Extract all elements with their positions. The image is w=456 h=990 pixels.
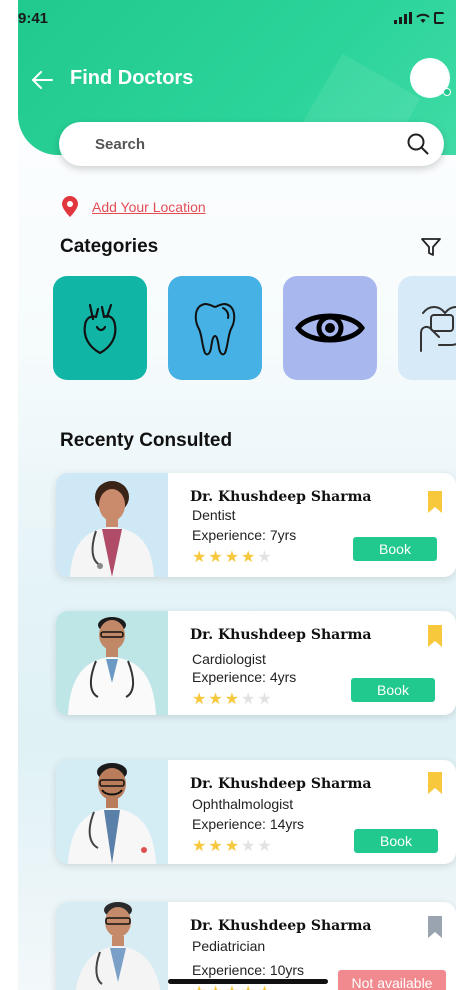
- search-icon[interactable]: [406, 132, 430, 156]
- heart-icon: [83, 303, 117, 355]
- book-button[interactable]: Book: [353, 537, 437, 561]
- doctor-experience: Experience: 7yrs: [192, 527, 297, 543]
- search-input[interactable]: [95, 135, 375, 153]
- doctor-photo: [56, 473, 168, 577]
- signal-icon: [394, 12, 412, 24]
- recent-heading: Recenty Consulted: [60, 430, 233, 451]
- online-status-dot: [443, 88, 451, 96]
- doctor-card[interactable]: Dr. Khushdeep Sharma Dentist Experience:…: [56, 473, 456, 577]
- location-row[interactable]: Add Your Location: [60, 196, 206, 218]
- doctor-name: Dr. Khushdeep Sharma: [190, 918, 372, 934]
- battery-icon: [434, 12, 444, 24]
- bookmark-icon[interactable]: [428, 625, 442, 647]
- bookmark-icon[interactable]: [428, 772, 442, 794]
- doctor-photo: [56, 760, 168, 864]
- category-care[interactable]: [398, 276, 456, 380]
- book-button[interactable]: Book: [354, 829, 438, 853]
- bookmark-icon[interactable]: [428, 491, 442, 513]
- doctor-name: Dr. Khushdeep Sharma: [190, 627, 372, 643]
- bookmark-icon[interactable]: [428, 916, 442, 938]
- doctor-card[interactable]: Dr. Khushdeep Sharma Cardiologist Experi…: [56, 611, 456, 715]
- location-pin-icon: [62, 196, 78, 217]
- book-button[interactable]: Book: [351, 678, 435, 702]
- doctor-card[interactable]: Dr. Khushdeep Sharma Ophthalmologist Exp…: [56, 760, 456, 864]
- arrow-left-icon: [31, 71, 53, 89]
- rating-stars: ★★★★★: [192, 549, 274, 566]
- doctor-experience: Experience: 4yrs: [192, 669, 297, 685]
- phone-screen: 9:41 Find Doctors Add Your Location: [0, 0, 456, 990]
- tooth-icon: [194, 303, 236, 356]
- add-location-link[interactable]: Add Your Location: [92, 199, 206, 215]
- filter-icon[interactable]: [420, 236, 442, 258]
- category-ophthalmology[interactable]: [283, 276, 377, 380]
- doctor-specialty: Pediatrician: [192, 938, 266, 954]
- category-dentistry[interactable]: [168, 276, 262, 380]
- eye-icon: [295, 313, 365, 343]
- page-title: Find Doctors: [70, 67, 194, 89]
- status-icons: [394, 12, 444, 24]
- left-edge: [0, 0, 18, 990]
- home-indicator[interactable]: [168, 979, 328, 984]
- not-available-button[interactable]: Not available: [338, 970, 446, 990]
- search-bar: [59, 122, 444, 166]
- status-time: 9:41: [18, 10, 49, 27]
- doctor-photo: [56, 611, 168, 715]
- doctor-card[interactable]: Dr. Khushdeep Sharma Pediatrician Experi…: [56, 902, 456, 990]
- doctor-specialty: Cardiologist: [192, 651, 266, 667]
- doctor-name: Dr. Khushdeep Sharma: [190, 489, 372, 505]
- hand-care-icon: [420, 306, 456, 352]
- rating-stars: ★★★★★: [192, 838, 274, 855]
- doctor-experience: Experience: 10yrs: [192, 962, 305, 978]
- doctor-name: Dr. Khushdeep Sharma: [190, 776, 372, 792]
- category-cardiology[interactable]: [53, 276, 147, 380]
- doctor-specialty: Ophthalmologist: [192, 796, 294, 812]
- wifi-icon: [416, 13, 430, 23]
- doctor-experience: Experience: 14yrs: [192, 816, 305, 832]
- back-button[interactable]: [28, 66, 56, 94]
- doctor-specialty: Dentist: [192, 507, 236, 523]
- doctor-photo: [56, 902, 168, 990]
- categories-heading: Categories: [60, 236, 159, 257]
- category-list: [53, 276, 456, 380]
- rating-stars: ★★★★★: [192, 691, 274, 708]
